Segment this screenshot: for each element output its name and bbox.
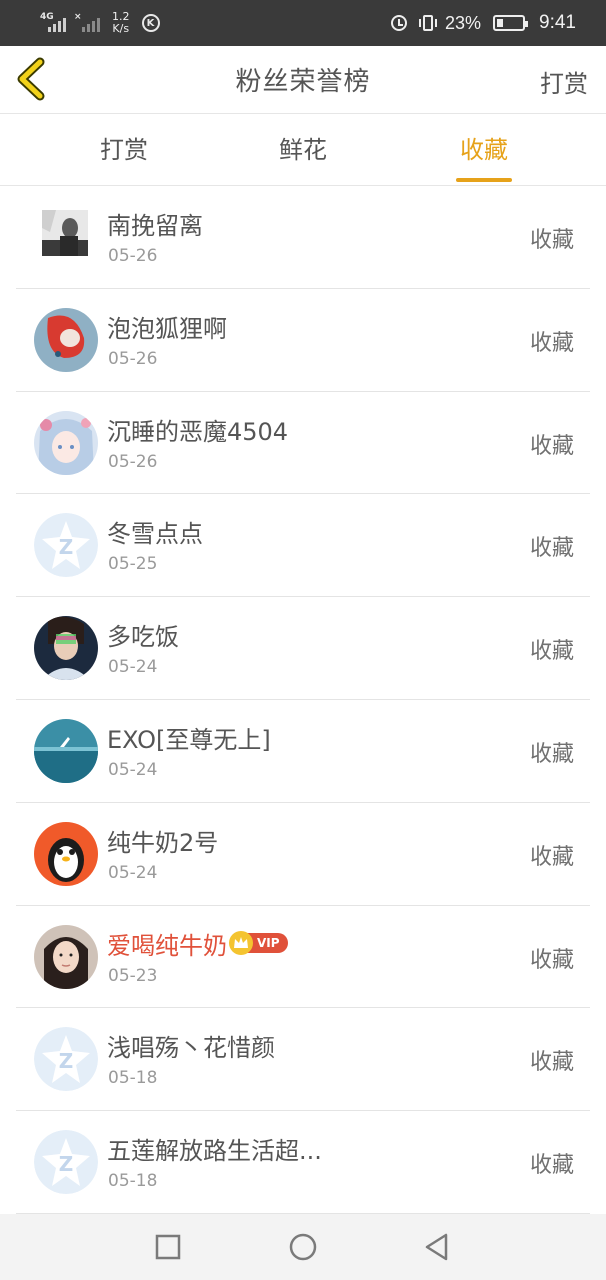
fan-date: 05-23 (108, 965, 158, 986)
avatar (34, 718, 98, 783)
fan-date: 05-25 (108, 554, 158, 575)
fan-action: 收藏 (529, 433, 574, 459)
fan-action: 收藏 (529, 1153, 574, 1179)
fan-action: 收藏 (529, 947, 574, 973)
triangle-back-icon[interactable] (422, 1231, 454, 1263)
k-app-icon: K (141, 14, 160, 32)
alarm-icon (390, 15, 407, 31)
avatar: Z (34, 1130, 98, 1195)
fan-action: 收藏 (529, 1050, 574, 1076)
fan-name: 冬雪点点 (107, 520, 203, 549)
svg-text:Z: Z (59, 1152, 74, 1176)
fan-name: EXO[至尊无上] (107, 725, 271, 754)
avatar (34, 821, 98, 886)
fan-name: 纯牛奶2号 (107, 828, 219, 857)
header-bar: 粉丝荣誉榜 打赏 (0, 46, 606, 114)
vibrate-icon (418, 15, 437, 31)
avatar (42, 210, 88, 256)
fan-name: 五莲解放路生活超... (107, 1137, 322, 1166)
battery-icon (493, 15, 529, 31)
list-item[interactable]: 爱喝纯牛奶 VIP 05-23 收藏 (16, 906, 590, 1009)
battery-percent: 23% (444, 12, 482, 33)
fan-date: 05-26 (108, 451, 158, 472)
vip-badge: VIP (229, 931, 288, 956)
list-item[interactable]: 南挽留离 05-26 收藏 (16, 186, 590, 289)
fan-name: 南挽留离 (107, 212, 203, 240)
clock: 9:41 (539, 12, 576, 33)
tab-tip[interactable]: 打赏 (96, 114, 152, 186)
signal-no-service-icon: × (74, 12, 100, 34)
fan-action: 收藏 (529, 228, 574, 253)
fan-date: 05-26 (108, 246, 158, 266)
fan-name: 沉睡的恶魔4504 (107, 417, 289, 446)
avatar (34, 616, 98, 681)
circle-home-icon[interactable] (287, 1231, 319, 1263)
fan-action: 收藏 (529, 536, 574, 562)
list-item[interactable]: Z 浅唱殇丶花惜颜 05-18 收藏 (16, 1008, 590, 1112)
list-item[interactable]: Z 冬雪点点 05-25 收藏 (16, 494, 590, 598)
list-item[interactable]: 沉睡的恶魔4504 05-26 收藏 (16, 392, 590, 495)
signal-4g-icon: 4G (40, 12, 66, 34)
fan-action: 收藏 (529, 741, 574, 767)
fan-date: 05-24 (108, 657, 158, 678)
status-bar: 4G × 1.2 K/s K 23% 9:41 (0, 0, 606, 46)
system-navigation-bar (0, 1214, 606, 1280)
fan-name: 浅唱殇丶花惜颜 (107, 1034, 275, 1063)
fan-date: 05-26 (108, 348, 158, 369)
crown-icon (229, 931, 253, 956)
tab-bar: 打赏 鲜花 收藏 (0, 114, 606, 186)
fan-list: 南挽留离 05-26 收藏 泡泡狐狸啊 05-26 收藏 沉睡的恶魔4504 0… (0, 186, 606, 1214)
svg-text:Z: Z (59, 535, 74, 559)
fan-name-vip: 爱喝纯牛奶 VIP (107, 926, 288, 961)
square-recent-icon[interactable] (152, 1231, 184, 1263)
tab-favorites[interactable]: 收藏 (456, 114, 512, 186)
list-item[interactable]: 多吃饭 05-24 收藏 (16, 597, 590, 700)
list-item[interactable]: EXO[至尊无上] 05-24 收藏 (16, 700, 590, 803)
list-item[interactable]: Z 五莲解放路生活超... 05-18 收藏 (16, 1111, 590, 1214)
fan-name: 泡泡狐狸啊 (107, 314, 227, 343)
fan-action: 收藏 (529, 844, 574, 870)
list-item[interactable]: 泡泡狐狸啊 05-26 收藏 (16, 289, 590, 392)
avatar (34, 924, 98, 989)
svg-text:Z: Z (59, 1049, 74, 1073)
tab-flowers[interactable]: 鲜花 (275, 114, 331, 186)
avatar: Z (34, 1027, 98, 1092)
fan-name: 多吃饭 (107, 623, 179, 652)
avatar (34, 307, 98, 372)
fan-action: 收藏 (529, 639, 574, 665)
tip-button[interactable]: 打赏 (540, 64, 588, 99)
back-arrow-icon[interactable] (14, 56, 54, 102)
avatar: Z (34, 513, 98, 578)
fan-date: 05-18 (108, 1171, 158, 1192)
fan-date: 05-18 (108, 1068, 158, 1089)
network-speed: 1.2 K/s (112, 10, 130, 35)
fan-date: 05-24 (108, 759, 158, 780)
page-title: 粉丝荣誉榜 (235, 67, 371, 97)
list-item[interactable]: 纯牛奶2号 05-24 收藏 (16, 803, 590, 906)
fan-date: 05-24 (108, 862, 158, 883)
fan-action: 收藏 (529, 330, 574, 356)
avatar (34, 410, 98, 475)
